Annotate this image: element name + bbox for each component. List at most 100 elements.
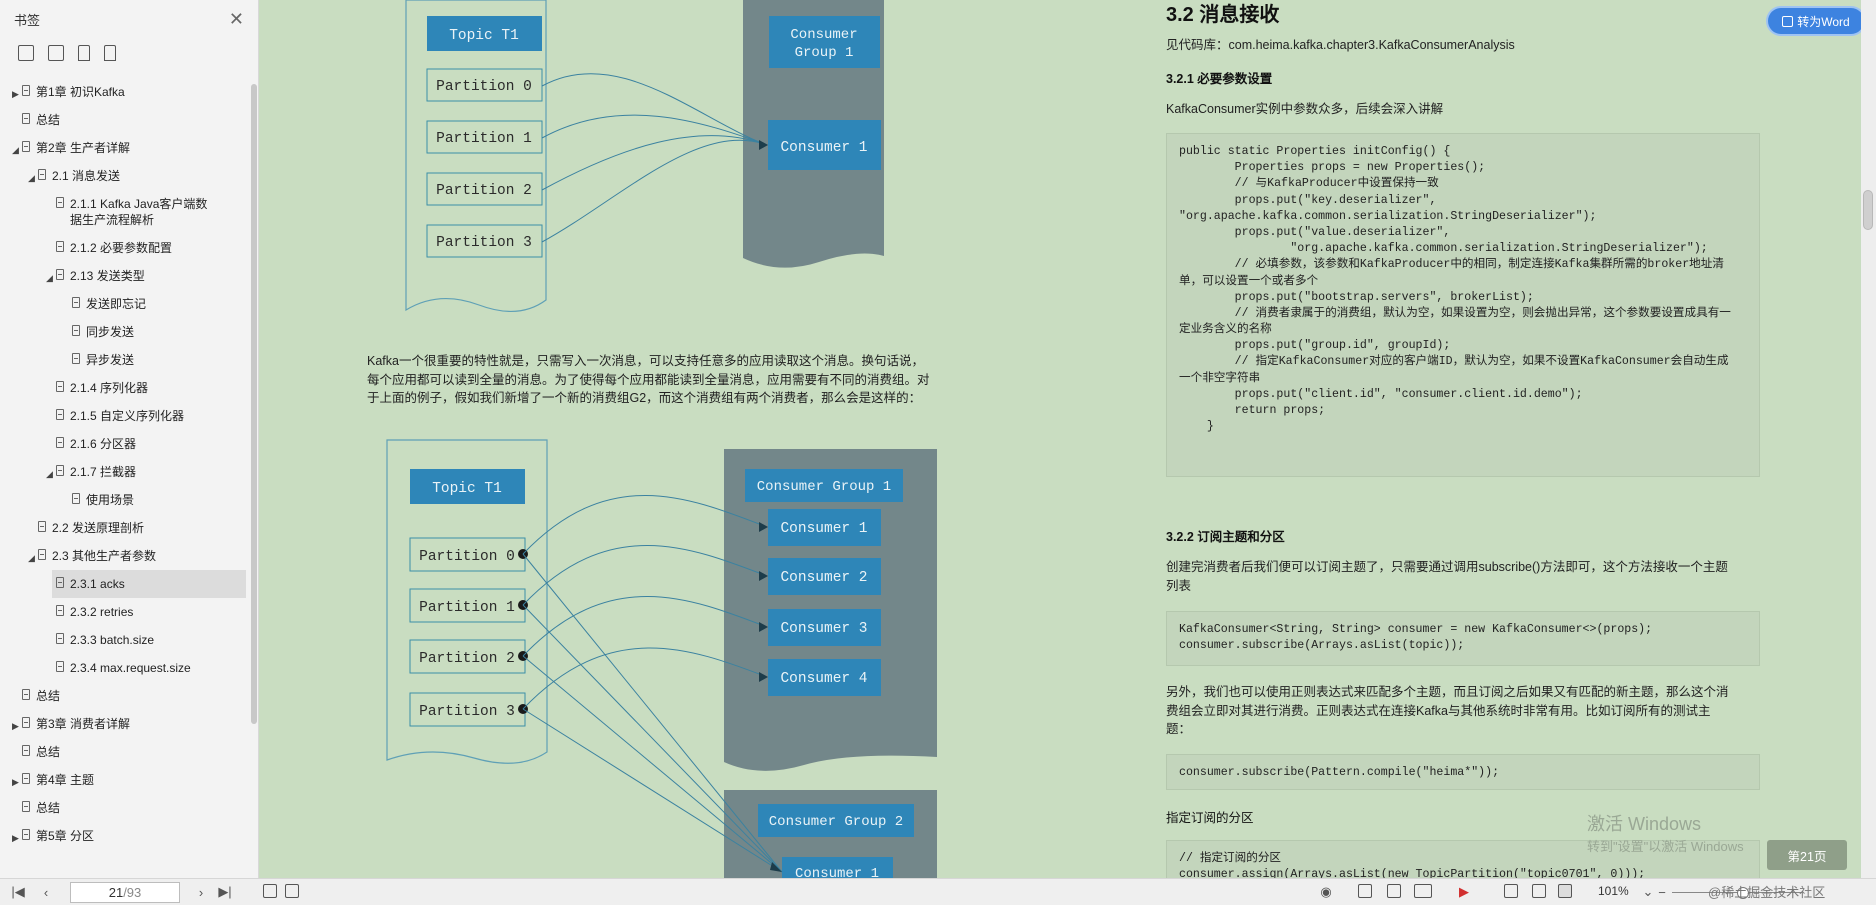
partition-label: Partition 1 xyxy=(419,600,515,616)
bookmark-icon[interactable] xyxy=(104,45,116,61)
sidebar-header: 书签 ✕ xyxy=(0,0,258,38)
paragraph-line: 费组会立即对其进行消费。正则表达式在连接Kafka与其他系统时非常有用。比如订阅… xyxy=(1166,703,1711,718)
bookmark-doc-icon xyxy=(22,829,30,840)
sidebar-item[interactable]: ◢ 2.3 其他生产者参数 xyxy=(0,542,250,570)
page-number-input[interactable]: 21/93 xyxy=(70,882,180,903)
collapse-arrow-icon[interactable]: ◢ xyxy=(28,550,35,566)
expand-all-icon[interactable] xyxy=(18,45,34,61)
expand-arrow-icon[interactable]: ▶ xyxy=(12,86,19,102)
continuous-page-icon[interactable] xyxy=(1387,884,1401,898)
sidebar-item[interactable]: 异步发送 xyxy=(0,346,250,374)
code-line: } xyxy=(1179,420,1214,434)
zoom-menu-icon[interactable]: ⌄ xyxy=(1641,883,1655,901)
sidebar-item[interactable]: 2.1.6 分区器 xyxy=(0,430,250,458)
sidebar-item-label: 发送即忘记 xyxy=(86,297,147,311)
sidebar-item[interactable]: 2.1.4 序列化器 xyxy=(0,374,250,402)
forward-icon[interactable] xyxy=(285,884,299,898)
sidebar-item-label: 2.1.4 序列化器 xyxy=(70,381,149,395)
sidebar-item[interactable]: ◢ 第2章 生产者详解 xyxy=(0,134,250,162)
sidebar-item-label: 2.3.1 acks xyxy=(70,577,125,591)
sidebar-item[interactable]: 2.3.3 batch.size xyxy=(0,626,250,654)
sidebar-item[interactable]: 2.2 发送原理剖析 xyxy=(0,514,250,542)
collapse-arrow-icon[interactable]: ◢ xyxy=(12,142,19,158)
topic-t1-label-2: Topic T1 xyxy=(432,481,502,497)
bookmark-doc-icon xyxy=(56,661,64,672)
prev-page-icon[interactable]: ‹ xyxy=(38,883,54,901)
sidebar-item[interactable]: ◢ 2.1 消息发送 xyxy=(0,162,250,190)
sidebar-item[interactable]: ▶ 第4章 主题 xyxy=(0,766,250,794)
actual-size-icon[interactable] xyxy=(1558,884,1572,898)
expand-arrow-icon[interactable]: ▶ xyxy=(12,774,19,790)
sidebar-item[interactable]: 总结 xyxy=(0,738,250,766)
consumer-label: Consumer 3 xyxy=(780,621,867,637)
zoom-level[interactable]: 101% xyxy=(1598,884,1629,898)
code-block-subscribe: KafkaConsumer<String, String> consumer =… xyxy=(1166,611,1760,666)
sidebar-item[interactable]: ◢ 2.13 发送类型 xyxy=(0,262,250,290)
bookmark-doc-icon xyxy=(56,465,64,476)
sidebar-scrollbar[interactable] xyxy=(250,78,258,878)
eye-protection-icon[interactable]: ◉ xyxy=(1315,883,1337,901)
collapse-arrow-icon[interactable]: ◢ xyxy=(46,466,53,482)
fit-width-icon[interactable] xyxy=(1504,884,1518,898)
page-scrollbar[interactable] xyxy=(1861,0,1876,878)
page-scroll-thumb[interactable] xyxy=(1863,190,1873,230)
paragraph-line: 列表 xyxy=(1166,578,1192,593)
sidebar-item[interactable]: 发送即忘记 xyxy=(0,290,250,318)
sidebar-item[interactable]: 总结 xyxy=(0,682,250,710)
paragraph-line: 另外，我们也可以使用正则表达式来匹配多个主题，而且订阅之后如果又有匹配的新主题，… xyxy=(1166,685,1729,699)
code-line: // 与KafkaProducer中设置保持一致 xyxy=(1179,177,1439,191)
sidebar-item-label: 总结 xyxy=(36,801,61,815)
sidebar-item[interactable]: 总结 xyxy=(0,794,250,822)
sidebar-item[interactable]: 2.3.1 acks xyxy=(52,570,246,598)
topic-t1-label: Topic T1 xyxy=(449,28,519,44)
sidebar-item-label: 2.1 消息发送 xyxy=(52,169,121,183)
collapse-all-icon[interactable] xyxy=(48,45,64,61)
partition-label: Partition 2 xyxy=(419,651,515,667)
sidebar-item[interactable]: 总结 xyxy=(0,106,250,134)
next-page-icon[interactable]: › xyxy=(193,883,209,901)
sidebar-item-label: 第1章 初识Kafka xyxy=(36,85,125,99)
sidebar-item[interactable]: 2.3.2 retries xyxy=(0,598,250,626)
code-line: // 指定KafkaConsumer对应的客户端ID，默认为空，如果不设置Kaf… xyxy=(1179,355,1729,369)
last-page-icon[interactable]: ▶| xyxy=(215,883,235,901)
sidebar-item[interactable]: 2.1.5 自定义序列化器 xyxy=(0,402,250,430)
sidebar-item-label: 第2章 生产者详解 xyxy=(36,141,131,155)
convert-to-word-button[interactable]: 转为Word xyxy=(1768,8,1864,34)
arrow-line xyxy=(541,139,768,243)
bookmark-doc-icon xyxy=(56,409,64,420)
bookmark-doc-icon xyxy=(38,521,46,532)
code-line: // 消费者隶属于的消费组，默认为空，如果设置为空，则会抛出异常，这个参数要设置… xyxy=(1179,306,1731,320)
page-current: 21 xyxy=(108,885,124,900)
consumer-label: Consumer 1 xyxy=(780,521,867,537)
sidebar-item[interactable]: ◢ 2.1.7 拦截器 xyxy=(0,458,250,486)
back-icon[interactable] xyxy=(263,884,277,898)
sidebar-item[interactable]: 2.1.1 Kafka Java客户端数据生产流程解析 xyxy=(0,190,250,234)
partition-label: Partition 0 xyxy=(419,549,515,565)
add-bookmark-icon[interactable] xyxy=(78,45,90,61)
sidebar-item[interactable]: ▶ 第3章 消费者详解 xyxy=(0,710,250,738)
bookmark-doc-icon xyxy=(56,241,64,252)
sidebar-item[interactable]: 同步发送 xyxy=(0,318,250,346)
zoom-out-icon[interactable]: − xyxy=(1655,883,1669,901)
single-page-icon[interactable] xyxy=(1358,884,1372,898)
fit-page-icon[interactable] xyxy=(1532,884,1546,898)
sidebar-scroll-thumb[interactable] xyxy=(251,84,257,724)
sidebar-item-label: 同步发送 xyxy=(86,325,135,339)
sidebar-item[interactable]: ▶ 第5章 分区 xyxy=(0,822,250,850)
collapse-arrow-icon[interactable]: ◢ xyxy=(46,270,53,286)
collapse-arrow-icon[interactable]: ◢ xyxy=(28,170,35,186)
left-paragraph: Kafka一个很重要的特性就是，只需写入一次消息，可以支持任意多的应用读取这个消… xyxy=(367,352,1067,408)
play-icon[interactable]: ▶ xyxy=(1455,883,1473,901)
close-icon[interactable]: ✕ xyxy=(229,9,244,30)
first-page-icon[interactable]: |◀ xyxy=(10,883,26,901)
assign-partition-title: 指定订阅的分区 xyxy=(1166,811,1254,825)
sidebar-item[interactable]: 2.1.2 必要参数配置 xyxy=(0,234,250,262)
double-page-icon[interactable] xyxy=(1414,884,1432,898)
page-total: /93 xyxy=(123,885,142,900)
sidebar-item[interactable]: 使用场景 xyxy=(0,486,250,514)
sidebar-item[interactable]: ▶ 第1章 初识Kafka xyxy=(0,78,250,106)
code-line: public static Properties initConfig() { xyxy=(1179,145,1451,158)
sidebar-item[interactable]: 2.3.4 max.request.size xyxy=(0,654,250,682)
expand-arrow-icon[interactable]: ▶ xyxy=(12,830,19,846)
expand-arrow-icon[interactable]: ▶ xyxy=(12,718,19,734)
